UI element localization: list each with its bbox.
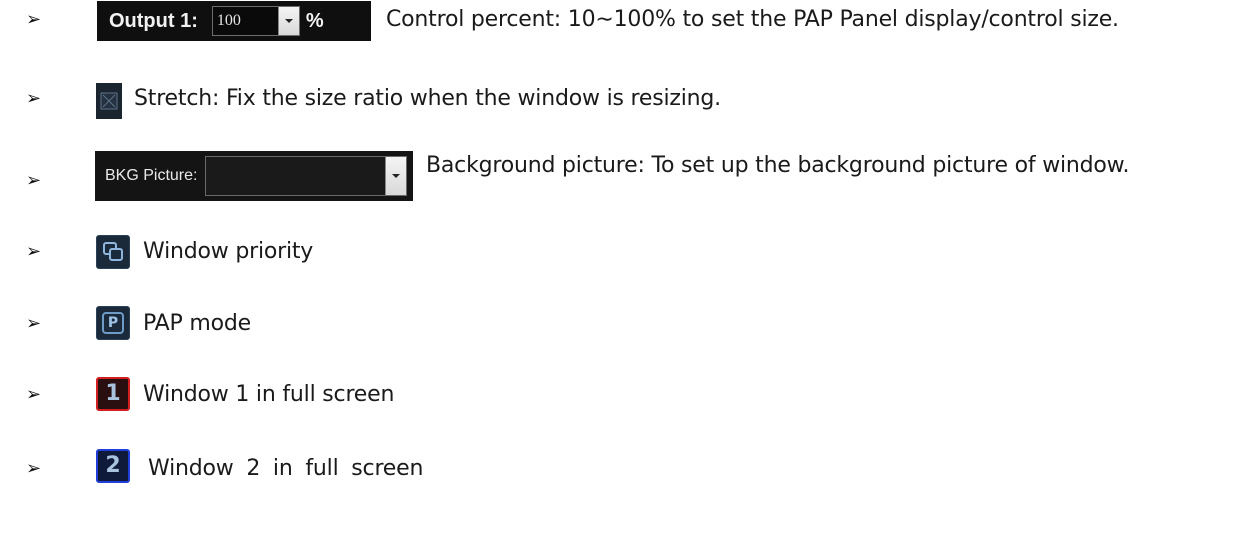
row-bkg-picture: ➢ BKG Picture: Background picture: To se… xyxy=(0,151,1245,201)
bullet-icon: ➢ xyxy=(26,313,42,334)
window-2-glyph: 2 xyxy=(105,453,121,478)
window-1-glyph: 1 xyxy=(105,381,121,406)
bullet-icon: ➢ xyxy=(26,458,42,479)
bkg-picture-label: BKG Picture: xyxy=(105,167,198,184)
row-window-1-fullscreen: ➢ 1 Window 1 in full screen xyxy=(0,375,1245,415)
row-window-2-fullscreen: ➢ 2 Window 2 in full screen xyxy=(0,449,1245,489)
stretch-icon[interactable] xyxy=(96,83,122,119)
overlap-windows-icon xyxy=(103,242,123,261)
bkg-picture-control: BKG Picture: xyxy=(95,151,413,201)
bkg-picture-dropdown[interactable] xyxy=(205,156,408,196)
bullet-icon: ➢ xyxy=(26,170,42,191)
pap-mode-glyph: P xyxy=(102,312,124,334)
output-percent-value: 100 xyxy=(216,12,241,29)
output-percent-control: Output 1: 100 % xyxy=(97,1,371,41)
bullet-icon: ➢ xyxy=(26,88,42,109)
row-output-percent: ➢ Output 1: 100 % Control percent: 10∼10… xyxy=(0,0,1245,41)
row-pap-mode: ➢ P PAP mode xyxy=(0,304,1245,344)
percent-sign: % xyxy=(305,9,324,32)
output-label: Output 1: xyxy=(109,9,198,32)
output-percent-dropdown[interactable]: 100 xyxy=(211,6,300,36)
window-2-fullscreen-icon[interactable]: 2 xyxy=(96,449,130,483)
window-2-fullscreen-description: Window 2 in full screen xyxy=(148,456,424,481)
chevron-down-icon[interactable] xyxy=(385,157,407,195)
bullet-icon: ➢ xyxy=(26,241,42,262)
stretch-glyph-icon xyxy=(100,92,118,110)
output-percent-description: Control percent: 10∼100% to set the PAP … xyxy=(386,7,1119,32)
bullet-icon: ➢ xyxy=(26,384,42,405)
window-priority-description: Window priority xyxy=(143,239,314,264)
bullet-icon: ➢ xyxy=(26,9,42,30)
pap-mode-description: PAP mode xyxy=(143,311,251,336)
stretch-description: Stretch: Fix the size ratio when the win… xyxy=(134,86,721,111)
pap-mode-icon[interactable]: P xyxy=(96,306,130,340)
window-1-fullscreen-icon[interactable]: 1 xyxy=(96,377,130,411)
bkg-picture-description: Background picture: To set up the backgr… xyxy=(426,153,1130,178)
chevron-down-icon[interactable] xyxy=(277,7,299,35)
window-priority-icon[interactable] xyxy=(96,235,130,269)
window-1-fullscreen-description: Window 1 in full screen xyxy=(143,382,395,407)
row-window-priority: ➢ Window priority xyxy=(0,232,1245,272)
row-stretch: ➢ Stretch: Fix the size ratio when the w… xyxy=(0,79,1245,119)
